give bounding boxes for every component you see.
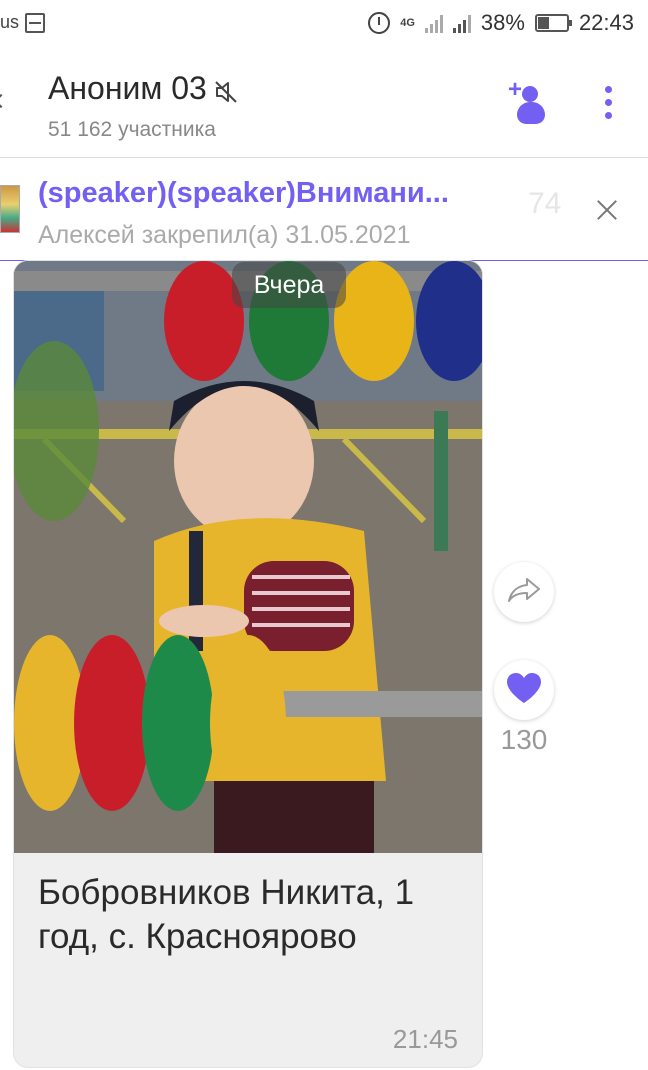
message-bubble[interactable]: Бобровников Никита, 1 год, с. Краснoяров… (14, 261, 482, 1067)
status-bar: us 4G 38% 22:43 (0, 0, 648, 50)
message-time: 21:45 (392, 1024, 458, 1054)
like-button[interactable] (494, 660, 554, 720)
clock: 22:43 (578, 10, 634, 35)
signal-icon-1 (424, 13, 443, 33)
add-member-button[interactable]: + (508, 76, 550, 126)
heart-icon (505, 671, 543, 710)
message-photo[interactable] (14, 261, 482, 853)
chat-title-text: Аноним 03 (48, 70, 207, 106)
share-button[interactable] (494, 562, 554, 622)
pinned-background-number: 74 (528, 187, 562, 220)
sim-icon (25, 12, 46, 33)
message-caption: Бобровников Никита, 1 год, с. Краснoяров… (38, 873, 415, 956)
network-type: 4G (400, 16, 415, 29)
chat-header: Аноним 03 51 162 участника + (0, 50, 648, 158)
person-icon (522, 86, 538, 102)
close-icon[interactable] (592, 195, 622, 225)
battery-icon (534, 14, 572, 32)
pinned-thumbnail (0, 185, 20, 233)
like-count: 130 (500, 724, 548, 755)
share-icon (507, 577, 541, 608)
pinned-title: (speaker)(speaker)Внимани... (38, 177, 449, 209)
chat-title[interactable]: Аноним 03 (48, 70, 239, 107)
mute-icon (213, 76, 239, 103)
status-right: 4G 38% 22:43 (368, 10, 634, 36)
back-arrow-icon[interactable] (0, 93, 9, 109)
more-options-icon[interactable] (600, 86, 616, 122)
participants-count: 51 162 участника (48, 118, 216, 141)
carrier-text: us (0, 12, 20, 32)
pinned-message[interactable]: 74 (speaker)(speaker)Внимани... Алексей … (0, 159, 648, 261)
person-body (517, 102, 545, 124)
signal-icon-2 (452, 13, 471, 33)
battery-percent: 38% (480, 10, 525, 35)
status-left: us (0, 12, 46, 33)
alarm-icon (368, 12, 391, 34)
pinned-subtitle: Алексей закрепил(а) 31.05.2021 (38, 221, 411, 249)
date-chip: Вчера (232, 262, 346, 308)
plus-icon: + (508, 76, 523, 103)
